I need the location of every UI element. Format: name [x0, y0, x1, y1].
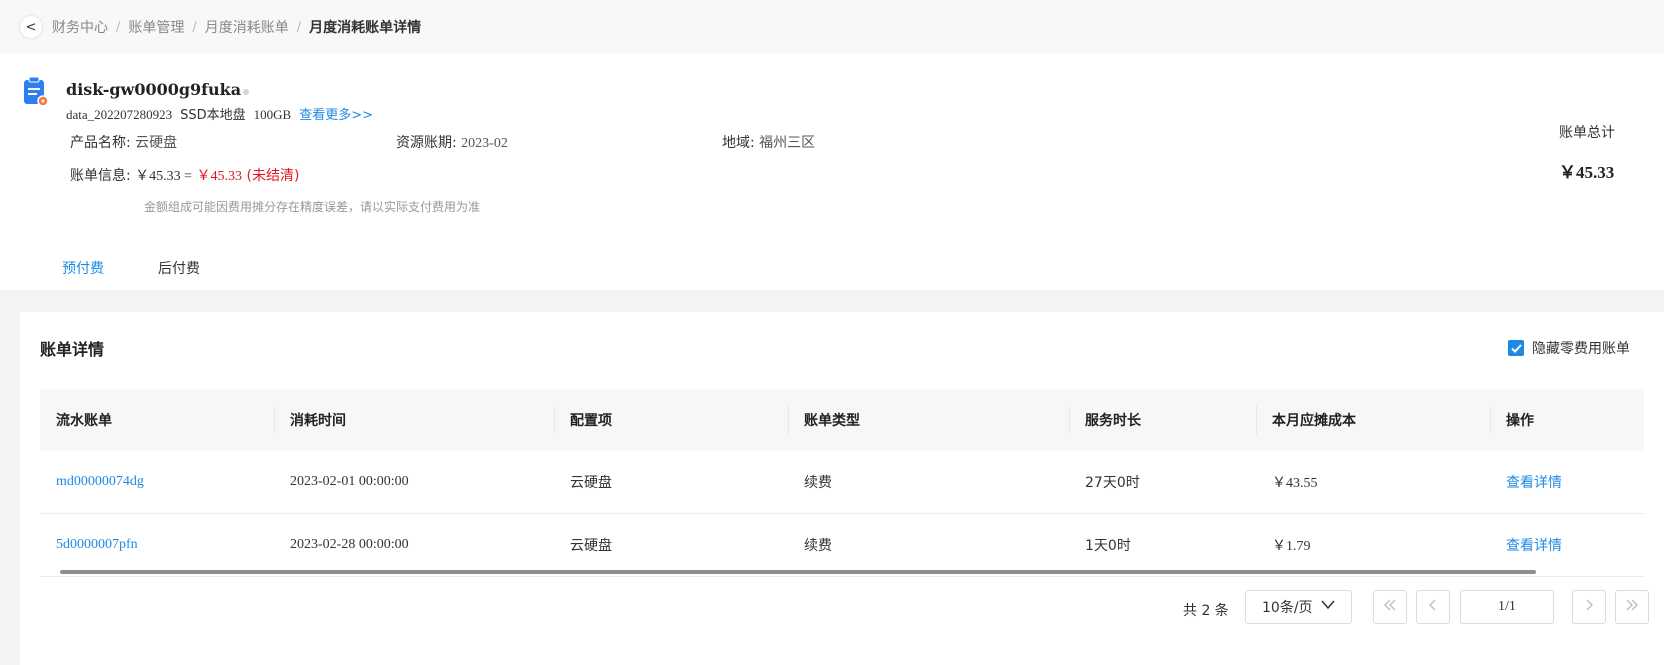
- next-page-button[interactable]: [1572, 590, 1606, 624]
- consume-time: 2023-02-28 00:00:00: [290, 537, 409, 552]
- column-header: 服务时长: [1069, 389, 1256, 451]
- view-detail-link[interactable]: 查看详情: [1490, 472, 1644, 492]
- tab-prepaid[interactable]: 预付费: [62, 258, 104, 278]
- back-button[interactable]: <: [20, 16, 42, 38]
- hide-zero-label: 隐藏零费用账单: [1532, 341, 1630, 357]
- serial-bill-link[interactable]: md00000074dg: [40, 474, 274, 490]
- first-page-button[interactable]: [1373, 590, 1407, 624]
- column-header: 本月应摊成本: [1256, 389, 1490, 451]
- product-info: 产品名称: 云硬盘: [70, 132, 177, 152]
- resource-subline: data_202207280923 SSD本地盘 100GB 查看更多>>: [66, 104, 373, 123]
- breadcrumb-item-current: 月度消耗账单详情: [309, 20, 422, 36]
- breadcrumb-separator: /: [192, 19, 197, 35]
- bill-detail-card: 账单详情 隐藏零费用账单 流水账单 消耗时间 配置项 账单类型 服务时长 本月应…: [20, 312, 1664, 665]
- resource-header: disk-gw0000g9fuka data_202207280923 SSD本…: [0, 54, 1664, 290]
- tab-postpaid[interactable]: 后付费: [158, 258, 200, 278]
- bill-status: (未结清): [246, 168, 300, 184]
- total-value: ￥45.33: [1559, 163, 1615, 182]
- last-page-button[interactable]: [1615, 590, 1649, 624]
- column-header: 流水账单: [56, 413, 112, 429]
- page-indicator[interactable]: 1/1: [1460, 590, 1554, 624]
- hide-zero-toggle[interactable]: 隐藏零费用账单: [1508, 338, 1630, 358]
- period-info: 资源账期: 2023-02: [396, 132, 508, 152]
- monthly-cost: ￥43.55: [1272, 476, 1318, 491]
- table-row: md00000074dg 2023-02-01 00:00:00 云硬盘 续费 …: [40, 451, 1644, 514]
- table-header: 流水账单 消耗时间 配置项 账单类型 服务时长 本月应摊成本 操作: [40, 389, 1644, 451]
- detail-title: 账单详情: [40, 340, 105, 359]
- page-size-value: 10条/页: [1262, 600, 1313, 616]
- chevron-down-icon: [1321, 598, 1335, 614]
- chevron-right-icon: [1582, 598, 1596, 616]
- product-value: 云硬盘: [135, 136, 178, 151]
- serial-bill-link[interactable]: 5d0000007pfn: [40, 537, 274, 553]
- page-size-select[interactable]: 10条/页: [1245, 590, 1352, 624]
- resource-name: disk-gw0000g9fuka: [66, 80, 242, 99]
- horizontal-scrollbar[interactable]: [60, 570, 1536, 574]
- breadcrumb-item-finance[interactable]: 财务中心: [52, 17, 108, 37]
- resource-type: SSD本地盘: [180, 108, 246, 123]
- total-label: 账单总计: [1559, 125, 1615, 141]
- bill-unpaid-amount: ￥45.33: [196, 169, 243, 184]
- breadcrumb-separator: /: [116, 19, 121, 35]
- monthly-cost: ￥1.79: [1272, 539, 1311, 554]
- status-dot: [243, 89, 249, 95]
- breadcrumb-item-bill-management[interactable]: 账单管理: [128, 17, 184, 37]
- breadcrumb: < 财务中心 / 账单管理 / 月度消耗账单 / 月度消耗账单详情: [0, 0, 1664, 54]
- resource-size: 100GB: [253, 107, 292, 122]
- bill-info: 账单信息: ￥45.33 = ￥45.33 (未结清): [70, 165, 299, 185]
- service-duration: 27天0时: [1085, 475, 1140, 491]
- view-more-link[interactable]: 查看更多>>: [299, 104, 373, 123]
- period-label: 资源账期:: [396, 135, 457, 151]
- disk-document-icon: [24, 76, 49, 107]
- column-header: 消耗时间: [274, 389, 554, 451]
- bill-amount: ￥45.33 =: [135, 169, 193, 184]
- bill-label: 账单信息:: [70, 168, 131, 184]
- checkbox-checked-icon[interactable]: [1508, 340, 1524, 356]
- precision-hint: 金额组成可能因费用摊分存在精度误差，请以实际支付费用为准: [144, 200, 481, 214]
- double-chevron-left-icon: [1383, 598, 1397, 616]
- breadcrumb-item-monthly-bill[interactable]: 月度消耗账单: [205, 17, 289, 37]
- column-header: 配置项: [554, 389, 788, 451]
- consume-time: 2023-02-01 00:00:00: [290, 474, 409, 489]
- view-detail-link[interactable]: 查看详情: [1490, 535, 1644, 555]
- double-chevron-right-icon: [1625, 598, 1639, 616]
- config-item: 云硬盘: [570, 538, 612, 554]
- bill-table: 流水账单 消耗时间 配置项 账单类型 服务时长 本月应摊成本 操作 md0000…: [40, 389, 1644, 577]
- bill-type: 续费: [804, 538, 832, 554]
- resource-id: data_202207280923: [66, 107, 173, 122]
- region-value: 福州三区: [759, 136, 816, 151]
- region-info: 地域: 福州三区: [722, 132, 815, 152]
- service-duration: 1天0时: [1085, 538, 1131, 554]
- config-item: 云硬盘: [570, 475, 612, 491]
- table-row: 5d0000007pfn 2023-02-28 00:00:00 云硬盘 续费 …: [40, 514, 1644, 577]
- column-header: 操作: [1490, 389, 1644, 451]
- period-value: 2023-02: [461, 136, 508, 151]
- chevron-left-icon: [1426, 598, 1440, 616]
- prev-page-button[interactable]: [1416, 590, 1450, 624]
- breadcrumb-separator: /: [296, 19, 302, 35]
- product-label: 产品名称:: [70, 135, 131, 151]
- region-label: 地域:: [722, 135, 755, 151]
- total-count: 共 2 条: [1183, 603, 1229, 619]
- bill-type: 续费: [804, 475, 832, 491]
- column-header: 账单类型: [788, 389, 1069, 451]
